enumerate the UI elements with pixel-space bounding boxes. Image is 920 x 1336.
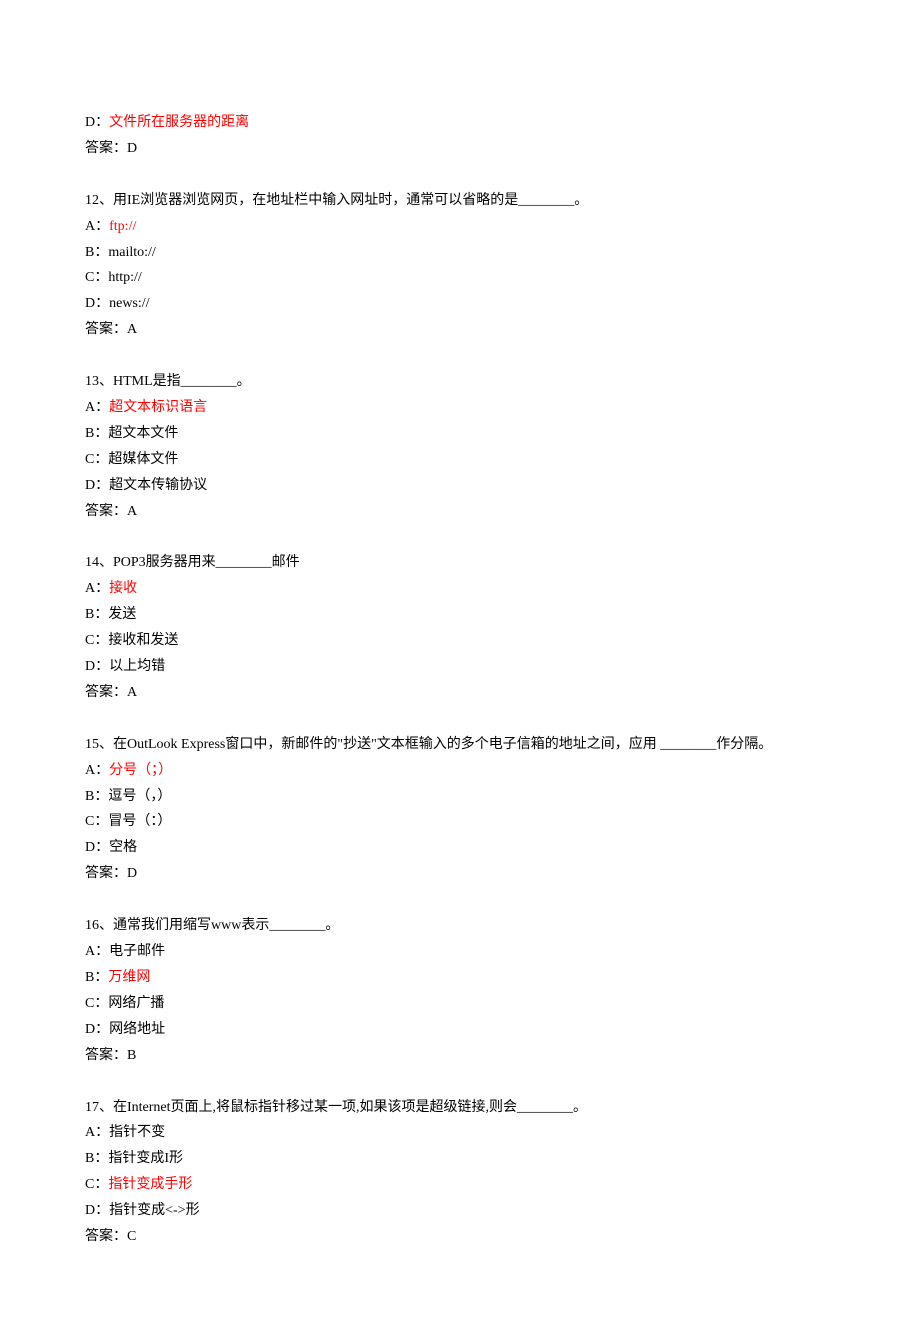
answer-line: 答案：B xyxy=(85,1043,835,1069)
option-d-prefix: D： xyxy=(85,115,109,130)
option-d: D：以上均错 xyxy=(85,654,835,680)
option-b: B：万维网 xyxy=(85,965,835,991)
answer-line: 答案：C xyxy=(85,1224,835,1250)
question-15: 15、在OutLook Express窗口中，新邮件的"抄送"文本框输入的多个电… xyxy=(85,732,835,887)
question-text: 15、在OutLook Express窗口中，新邮件的"抄送"文本框输入的多个电… xyxy=(85,732,835,758)
answer-line: 答案：D xyxy=(85,861,835,887)
option-d: D：news:// xyxy=(85,291,835,317)
option-b: B：超文本文件 xyxy=(85,421,835,447)
option-a: A：接收 xyxy=(85,576,835,602)
answer-line: 答案：A xyxy=(85,499,835,525)
question-text: 17、在Internet页面上,将鼠标指针移过某一项,如果该项是超级链接,则会_… xyxy=(85,1095,835,1121)
option-c: C：指针变成手形 xyxy=(85,1172,835,1198)
option-a-prefix: A： xyxy=(85,763,109,778)
option-c: C：网络广播 xyxy=(85,991,835,1017)
option-a-text: ftp:// xyxy=(109,219,136,234)
option-b-text: 万维网 xyxy=(108,970,150,985)
option-d: D：网络地址 xyxy=(85,1017,835,1043)
option-d: D：指针变成<->形 xyxy=(85,1198,835,1224)
question-text: 12、用IE浏览器浏览网页，在地址栏中输入网址时，通常可以省略的是_______… xyxy=(85,188,835,214)
option-c-prefix: C： xyxy=(85,1177,108,1192)
option-b: B：mailto:// xyxy=(85,240,835,266)
option-c-text: 指针变成手形 xyxy=(108,1177,192,1192)
option-a-prefix: A： xyxy=(85,219,109,234)
option-a-prefix: A： xyxy=(85,581,109,596)
question-text: 16、通常我们用缩写www表示________。 xyxy=(85,913,835,939)
question-text: 13、HTML是指________。 xyxy=(85,369,835,395)
option-a: A：ftp:// xyxy=(85,214,835,240)
option-c: C：接收和发送 xyxy=(85,628,835,654)
option-b: B：发送 xyxy=(85,602,835,628)
option-a: A：指针不变 xyxy=(85,1120,835,1146)
option-b-prefix: B： xyxy=(85,970,108,985)
option-a-text: 接收 xyxy=(109,581,137,596)
option-c: C：超媒体文件 xyxy=(85,447,835,473)
option-d: D：超文本传输协议 xyxy=(85,473,835,499)
option-d: D：空格 xyxy=(85,835,835,861)
option-a-text: 超文本标识语言 xyxy=(109,400,207,415)
question-16: 16、通常我们用缩写www表示________。 A：电子邮件 B：万维网 C：… xyxy=(85,913,835,1068)
option-a: A：超文本标识语言 xyxy=(85,395,835,421)
question-12: 12、用IE浏览器浏览网页，在地址栏中输入网址时，通常可以省略的是_______… xyxy=(85,188,835,343)
option-a: A：电子邮件 xyxy=(85,939,835,965)
answer-line: 答案：D xyxy=(85,136,835,162)
option-c: C：冒号（：） xyxy=(85,809,835,835)
question-14: 14、POP3服务器用来________邮件 A：接收 B：发送 C：接收和发送… xyxy=(85,550,835,705)
option-b: B：指针变成I形 xyxy=(85,1146,835,1172)
option-a-text: 分号（；） xyxy=(109,763,172,778)
answer-line: 答案：A xyxy=(85,680,835,706)
option-d: D：文件所在服务器的距离 xyxy=(85,110,835,136)
answer-line: 答案：A xyxy=(85,317,835,343)
question-text: 14、POP3服务器用来________邮件 xyxy=(85,550,835,576)
option-c: C：http:// xyxy=(85,265,835,291)
option-b: B：逗号（，） xyxy=(85,784,835,810)
question-13: 13、HTML是指________。 A：超文本标识语言 B：超文本文件 C：超… xyxy=(85,369,835,524)
option-a-prefix: A： xyxy=(85,400,109,415)
question-11-tail: D：文件所在服务器的距离 答案：D xyxy=(85,110,835,162)
option-a: A：分号（；） xyxy=(85,758,835,784)
question-17: 17、在Internet页面上,将鼠标指针移过某一项,如果该项是超级链接,则会_… xyxy=(85,1095,835,1250)
option-d-text: 文件所在服务器的距离 xyxy=(109,115,249,130)
